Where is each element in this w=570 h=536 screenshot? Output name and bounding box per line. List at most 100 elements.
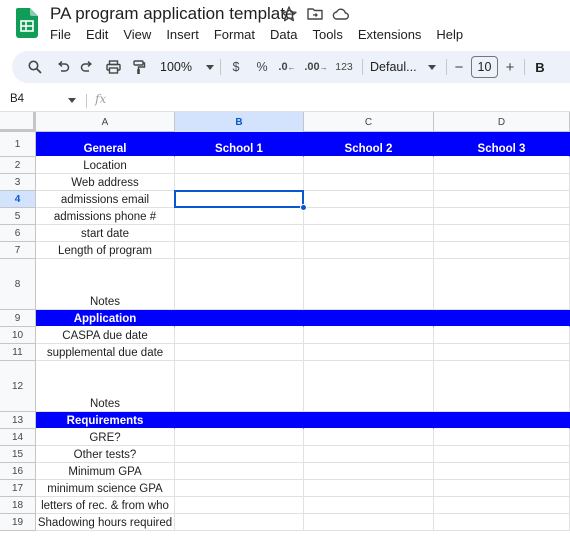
menu-insert[interactable]: Insert (166, 27, 199, 42)
row-header-18[interactable]: 18 (0, 497, 36, 514)
cell-b2[interactable] (175, 157, 304, 174)
star-icon[interactable] (280, 5, 298, 23)
row-header-17[interactable]: 17 (0, 480, 36, 497)
cell-c18[interactable] (304, 497, 434, 514)
cell-a17[interactable]: minimum science GPA (36, 480, 175, 497)
cell-a1[interactable]: General (36, 132, 175, 157)
menu-edit[interactable]: Edit (86, 27, 108, 42)
row-header-2[interactable]: 2 (0, 157, 36, 174)
column-header-b[interactable]: B (175, 112, 304, 132)
cell-d9[interactable] (434, 310, 570, 327)
cell-d4[interactable] (434, 191, 570, 208)
cell-b15[interactable] (175, 446, 304, 463)
cell-b4[interactable] (175, 191, 304, 208)
menu-help[interactable]: Help (436, 27, 463, 42)
cell-d11[interactable] (434, 344, 570, 361)
currency-format-button[interactable]: $ (226, 51, 246, 83)
cell-a3[interactable]: Web address (36, 174, 175, 191)
cell-c16[interactable] (304, 463, 434, 480)
cell-b6[interactable] (175, 225, 304, 242)
cell-b18[interactable] (175, 497, 304, 514)
cell-a2[interactable]: Location (36, 157, 175, 174)
percent-format-button[interactable]: % (252, 51, 272, 83)
cell-a12[interactable]: Notes (36, 361, 175, 412)
paint-format-button[interactable] (128, 51, 150, 83)
menu-file[interactable]: File (50, 27, 71, 42)
chevron-down-icon[interactable] (68, 98, 76, 103)
undo-button[interactable] (52, 51, 74, 83)
cell-a15[interactable]: Other tests? (36, 446, 175, 463)
cell-c14[interactable] (304, 429, 434, 446)
cell-a13[interactable]: Requirements (36, 412, 175, 429)
row-header-16[interactable]: 16 (0, 463, 36, 480)
cell-b11[interactable] (175, 344, 304, 361)
cell-c11[interactable] (304, 344, 434, 361)
cell-c2[interactable] (304, 157, 434, 174)
cell-d19[interactable] (434, 514, 570, 531)
cell-d14[interactable] (434, 429, 570, 446)
document-title[interactable]: PA program application template (50, 4, 294, 24)
cell-b8[interactable] (175, 259, 304, 310)
cell-a11[interactable]: supplemental due date (36, 344, 175, 361)
cell-c12[interactable] (304, 361, 434, 412)
select-all-corner[interactable] (0, 112, 36, 132)
cell-b7[interactable] (175, 242, 304, 259)
cell-b1[interactable]: School 1 (175, 132, 304, 157)
cell-a14[interactable]: GRE? (36, 429, 175, 446)
decrease-font-size-button[interactable]: − (450, 51, 468, 83)
cell-a10[interactable]: CASPA due date (36, 327, 175, 344)
row-header-4[interactable]: 4 (0, 191, 36, 208)
cell-a7[interactable]: Length of program (36, 242, 175, 259)
more-formats-button[interactable]: 123 (332, 51, 356, 83)
cell-c13[interactable] (304, 412, 434, 429)
cell-d2[interactable] (434, 157, 570, 174)
cell-c5[interactable] (304, 208, 434, 225)
cell-d6[interactable] (434, 225, 570, 242)
cell-d10[interactable] (434, 327, 570, 344)
cell-b14[interactable] (175, 429, 304, 446)
column-header-a[interactable]: A (36, 112, 175, 132)
cell-a6[interactable]: start date (36, 225, 175, 242)
cell-b13[interactable] (175, 412, 304, 429)
cloud-status-icon[interactable] (332, 5, 350, 23)
cell-a4[interactable]: admissions email (36, 191, 175, 208)
increase-decimal-button[interactable]: .00 → (304, 51, 328, 83)
row-header-9[interactable]: 9 (0, 310, 36, 327)
cell-c6[interactable] (304, 225, 434, 242)
print-button[interactable] (102, 51, 124, 83)
cell-c8[interactable] (304, 259, 434, 310)
cell-a19[interactable]: Shadowing hours required (36, 514, 175, 531)
cell-a8[interactable]: Notes (36, 259, 175, 310)
font-family-select[interactable]: Defaul... (370, 51, 440, 83)
cell-d17[interactable] (434, 480, 570, 497)
cell-d8[interactable] (434, 259, 570, 310)
cell-b10[interactable] (175, 327, 304, 344)
column-header-d[interactable]: D (434, 112, 570, 132)
cell-d18[interactable] (434, 497, 570, 514)
cell-c1[interactable]: School 2 (304, 132, 434, 157)
cell-c19[interactable] (304, 514, 434, 531)
cell-b12[interactable] (175, 361, 304, 412)
name-box[interactable]: B4 (10, 93, 24, 105)
cell-c3[interactable] (304, 174, 434, 191)
cell-d13[interactable] (434, 412, 570, 429)
row-header-10[interactable]: 10 (0, 327, 36, 344)
sheets-logo-icon[interactable] (16, 8, 38, 38)
row-header-6[interactable]: 6 (0, 225, 36, 242)
cell-c10[interactable] (304, 327, 434, 344)
menu-data[interactable]: Data (270, 27, 297, 42)
decrease-decimal-button[interactable]: .0 ← (276, 51, 298, 83)
cell-b16[interactable] (175, 463, 304, 480)
cell-d1[interactable]: School 3 (434, 132, 570, 157)
cell-c7[interactable] (304, 242, 434, 259)
cell-b5[interactable] (175, 208, 304, 225)
row-header-13[interactable]: 13 (0, 412, 36, 429)
font-size-input[interactable]: 10 (471, 56, 498, 78)
cell-d7[interactable] (434, 242, 570, 259)
bold-button[interactable]: B (530, 51, 550, 83)
cell-d16[interactable] (434, 463, 570, 480)
row-header-8[interactable]: 8 (0, 259, 36, 310)
move-to-folder-icon[interactable] (306, 5, 324, 23)
menu-extensions[interactable]: Extensions (358, 27, 422, 42)
zoom-select[interactable]: 100% (156, 51, 214, 83)
